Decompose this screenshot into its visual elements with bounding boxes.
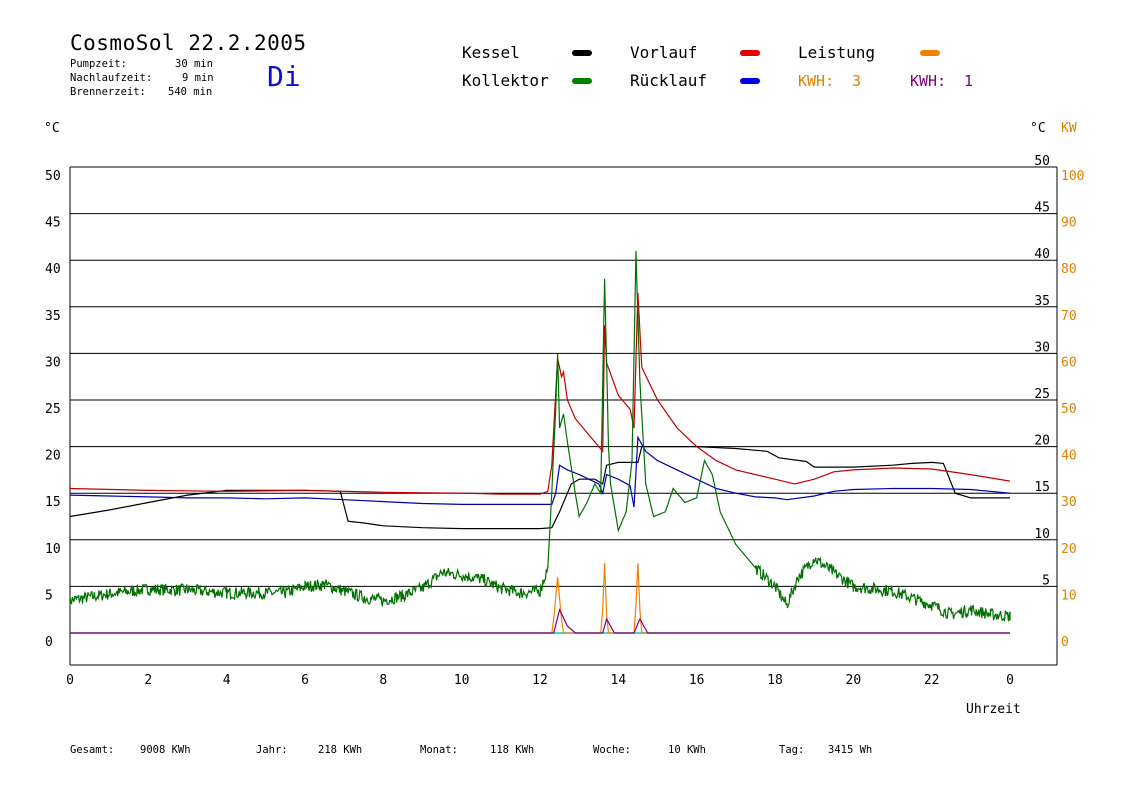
x-tick-label: 10 [454, 673, 470, 688]
stat-monat-value: 118 KWh [490, 744, 535, 756]
y-right-power-tick-label: 70 [1061, 309, 1077, 324]
x-tick-label: 20 [846, 673, 862, 688]
y-left-tick-label: 35 [45, 309, 61, 324]
y-right-temp-tick-label: 10 [1034, 527, 1050, 542]
y-left-tick-label: 50 [45, 169, 61, 184]
y-right-temp-tick-label: 20 [1034, 434, 1050, 449]
chart-plot [69, 250, 1011, 634]
y-left-tick-label: 15 [45, 495, 61, 510]
y-right-temp-tick-label: 5 [1042, 573, 1050, 588]
y-left-tick-label: 0 [45, 635, 53, 650]
stat-jahr-label: Jahr: [256, 744, 288, 756]
series-line-leistung [70, 563, 1010, 634]
stat-gesamt-value: 9008 KWh [140, 744, 191, 756]
stat-jahr-value: 218 KWh [318, 744, 363, 756]
y-right-power-tick-label: 80 [1061, 262, 1077, 277]
chart-grid [70, 166, 1057, 634]
y-right-temp-tick-label: 30 [1034, 340, 1050, 355]
y-right-power-tick-label: 10 [1061, 588, 1077, 603]
series-line-vorlauf [69, 292, 1011, 495]
y-right-power-tick-label: 100 [1061, 169, 1084, 184]
x-tick-label: 0 [66, 673, 74, 688]
x-tick-label: 16 [689, 673, 705, 688]
y-left-tick-label: 30 [45, 355, 61, 370]
series-line-kwh2 [70, 607, 1010, 634]
y-right-temp-tick-label: 25 [1034, 387, 1050, 402]
x-tick-label: 12 [532, 673, 548, 688]
x-tick-label: 14 [611, 673, 627, 688]
x-tick-label: 6 [301, 673, 309, 688]
series-line-ruecklauf [69, 435, 1011, 508]
y-left-tick-label: 10 [45, 542, 61, 557]
stat-woche-value: 10 KWh [668, 744, 706, 756]
x-tick-label: 0 [1006, 673, 1014, 688]
y-right-temp-tick-label: 45 [1034, 201, 1050, 216]
y-left-tick-label: 45 [45, 216, 61, 231]
y-left-tick-label: 40 [45, 262, 61, 277]
stat-tag-value: 3415 Wh [828, 744, 873, 756]
x-axis-label: Uhrzeit [966, 702, 1021, 717]
x-tick-label: 18 [767, 673, 783, 688]
y-right-temp-tick-label: 35 [1034, 294, 1050, 309]
x-tick-label: 8 [379, 673, 387, 688]
y-right-power-tick-label: 40 [1061, 449, 1077, 464]
y-right-power-tick-label: 0 [1061, 635, 1069, 650]
stat-monat-label: Monat: [420, 744, 458, 756]
stat-tag-label: Tag: [779, 744, 805, 756]
y-right-temp-tick-label: 50 [1034, 154, 1050, 169]
x-tick-label: 2 [144, 673, 152, 688]
y-right-power-tick-label: 90 [1061, 216, 1077, 231]
y-right-temp-tick-label: 15 [1034, 480, 1050, 495]
y-right-power-tick-label: 30 [1061, 495, 1077, 510]
y-right-power-tick-label: 50 [1061, 402, 1077, 417]
y-left-tick-label: 20 [45, 449, 61, 464]
y-right-power-tick-label: 20 [1061, 542, 1077, 557]
y-right-power-tick-label: 60 [1061, 355, 1077, 370]
stat-gesamt-label: Gesamt: [70, 744, 115, 756]
stat-woche-label: Woche: [593, 744, 631, 756]
y-left-tick-label: 5 [45, 588, 53, 603]
y-right-temp-tick-label: 40 [1034, 247, 1050, 262]
y-left-tick-label: 25 [45, 402, 61, 417]
x-tick-label: 4 [223, 673, 231, 688]
chart-canvas: 0510152025303540455051015202530354045500… [45, 154, 1084, 688]
x-tick-label: 22 [924, 673, 940, 688]
series-line-kessel [69, 446, 1010, 530]
